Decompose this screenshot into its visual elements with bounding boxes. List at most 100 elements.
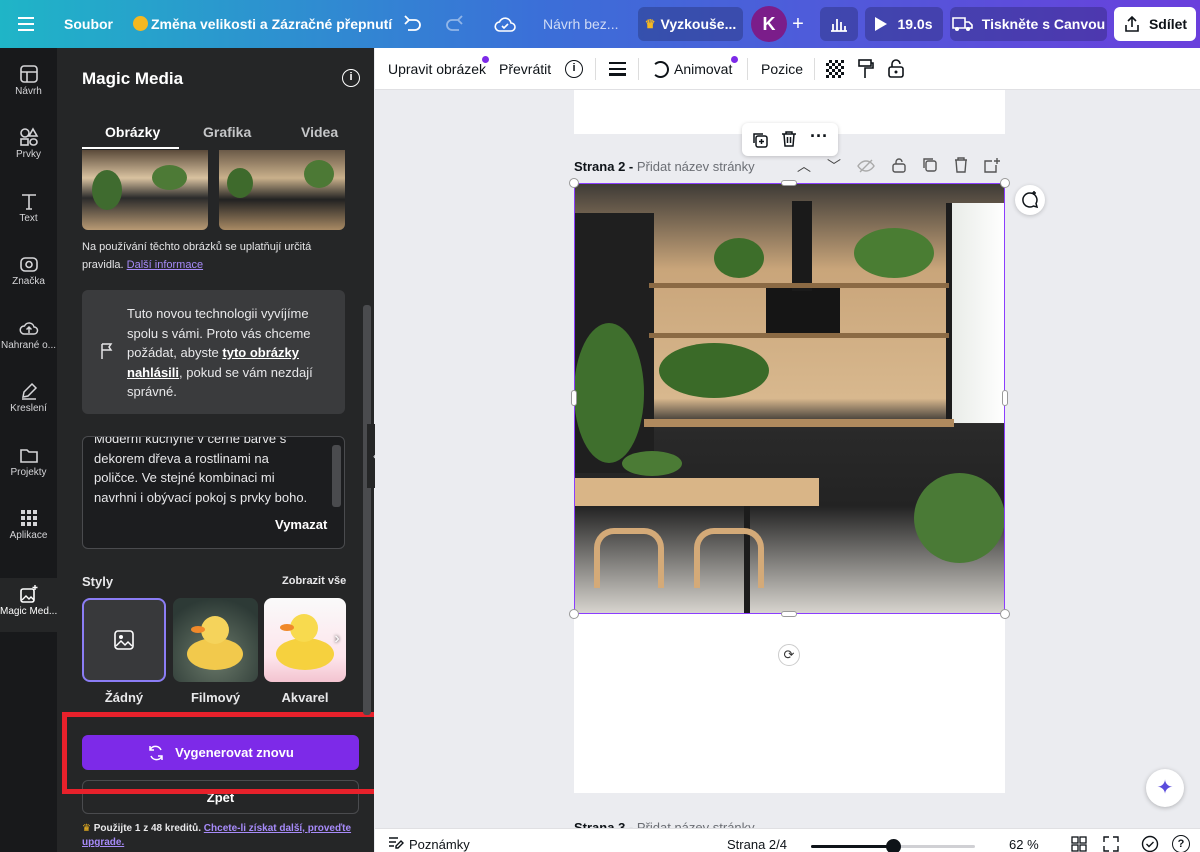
info-icon[interactable]: i — [565, 60, 583, 78]
undo-icon[interactable] — [400, 12, 424, 36]
animate-icon[interactable] — [652, 61, 669, 78]
show-all-link[interactable]: Zobrazit vše — [282, 575, 346, 587]
add-page-icon[interactable] — [984, 157, 1000, 173]
resize-handle-right[interactable] — [1002, 390, 1008, 406]
delete-page-icon[interactable] — [953, 157, 969, 173]
edit-image-button[interactable]: Upravit obrázek — [388, 48, 486, 90]
resize-handle-tl[interactable] — [569, 178, 579, 188]
style-none-label: Žádný — [104, 690, 144, 705]
present-button[interactable]: 19.0s — [865, 7, 943, 41]
fullscreen-icon[interactable] — [1103, 836, 1119, 852]
print-button[interactable]: Tiskněte s Canvou — [950, 7, 1107, 41]
separator — [638, 58, 639, 80]
resize-handle-tr[interactable] — [1000, 178, 1010, 188]
try-pro-button[interactable]: ♛ Vyzkouše... — [638, 7, 743, 41]
magic-assistant-button[interactable]: ✦ — [1146, 769, 1184, 807]
panel-title: Magic Media — [82, 69, 184, 88]
tab-videos[interactable]: Videa — [301, 124, 338, 140]
tab-images[interactable]: Obrázky — [105, 124, 160, 140]
duplicate-page-icon[interactable] — [922, 157, 938, 173]
style-none[interactable] — [82, 598, 166, 682]
clear-button[interactable]: Vymazat — [275, 517, 327, 532]
separator — [595, 58, 596, 80]
resize-handle-br[interactable] — [1000, 609, 1010, 619]
panel-scrollbar[interactable] — [363, 305, 371, 715]
rail-item-projects[interactable]: Projekty — [0, 439, 57, 501]
rail-item-text[interactable]: Text — [0, 185, 57, 247]
rail-label: Aplikace — [9, 530, 48, 541]
zoom-slider-fill — [811, 845, 893, 848]
hamburger-menu-icon[interactable] — [18, 15, 34, 33]
cloud-saved-icon[interactable] — [493, 13, 517, 35]
result-thumbnail-1[interactable] — [82, 150, 208, 230]
zoom-slider-track[interactable] — [811, 839, 975, 852]
rail-item-elements[interactable]: Prvky — [0, 121, 57, 183]
credits-text: Použijte 1 z 48 kreditů. — [93, 823, 202, 834]
style-watercolor[interactable]: › — [264, 598, 346, 682]
grid-view-icon[interactable] — [1071, 836, 1087, 852]
share-button[interactable]: Sdílet — [1114, 7, 1196, 41]
zoom-percent[interactable]: 62 % — [1009, 837, 1039, 852]
chevron-up-icon[interactable]: ︿ — [797, 156, 811, 176]
resize-handle-bl[interactable] — [569, 609, 579, 619]
hide-icon[interactable] — [857, 158, 875, 174]
avatar[interactable]: K — [751, 6, 787, 42]
duplicate-icon[interactable] — [751, 131, 769, 149]
prompt-textarea[interactable]: Moderní kuchyně v černé barvě s dekorem … — [82, 436, 345, 549]
rotate-handle-icon[interactable]: ⟳ — [778, 644, 800, 666]
notes-button[interactable]: Poznámky — [409, 837, 470, 852]
tab-graphics[interactable]: Grafika — [203, 124, 251, 140]
add-comment-button[interactable] — [1015, 185, 1045, 215]
separator — [814, 58, 815, 80]
rail-label: Kreslení — [10, 403, 47, 414]
resize-handle-bottom[interactable] — [781, 611, 797, 617]
info-icon[interactable]: i — [342, 69, 360, 87]
folder-icon — [19, 449, 38, 463]
result-thumbnail-2[interactable] — [219, 150, 345, 230]
resize-handle-top[interactable] — [781, 180, 797, 186]
rail-item-design[interactable]: Návrh — [0, 58, 57, 120]
insights-button[interactable] — [820, 7, 858, 41]
duck-head — [290, 614, 318, 642]
rail-item-magic-media[interactable]: Magic Med... — [0, 578, 57, 632]
credits-note: ♛ Použijte 1 z 48 kreditů. Chcete-li zís… — [82, 822, 362, 850]
page-2-actions: ︿ ﹀ — [795, 156, 1005, 178]
lock-icon[interactable] — [887, 58, 905, 78]
style-cinematic[interactable] — [173, 598, 258, 682]
rail-item-apps[interactable]: Aplikace — [0, 502, 57, 564]
learn-more-link[interactable]: Další informace — [127, 259, 203, 271]
lock-icon[interactable] — [892, 157, 906, 173]
textarea-scrollbar[interactable] — [332, 445, 341, 507]
page-indicator[interactable]: Strana 2/4 — [727, 837, 787, 852]
animate-button[interactable]: Animovat — [674, 48, 732, 90]
resize-magic-switch[interactable]: Změna velikosti a Zázračné přepnutí — [151, 0, 392, 48]
chevron-right-icon[interactable]: › — [328, 628, 346, 650]
chevron-down-icon[interactable]: ﹀ — [827, 156, 841, 176]
help-icon[interactable]: ? — [1172, 835, 1190, 852]
play-time: 19.0s — [897, 16, 933, 32]
magic-media-icon — [19, 585, 37, 603]
paint-roller-icon[interactable] — [857, 59, 875, 79]
resize-handle-left[interactable] — [571, 390, 577, 406]
zoom-slider-thumb[interactable] — [886, 839, 901, 852]
page-title-input[interactable]: Přidat název stránky — [637, 159, 755, 174]
rail-item-uploads[interactable]: Nahrané o... — [0, 312, 57, 374]
transparency-icon[interactable] — [826, 60, 844, 78]
more-options-icon[interactable]: ··· — [808, 127, 830, 149]
file-menu[interactable]: Soubor — [64, 0, 113, 48]
rail-item-draw[interactable]: Kreslení — [0, 375, 57, 437]
page-2[interactable]: ⟳ — [569, 178, 1010, 793]
panel-scroll-region[interactable]: Na používání těchto obrázků se uplatňují… — [57, 150, 374, 852]
cloud-upload-icon — [19, 322, 38, 335]
check-circle-icon[interactable] — [1141, 835, 1159, 852]
border-style-icon[interactable] — [609, 62, 626, 76]
prompt-line: navrhni i obývací pokoj s prvky boho. — [94, 489, 308, 505]
position-button[interactable]: Pozice — [761, 48, 803, 90]
trash-icon[interactable] — [780, 130, 798, 148]
add-member-icon[interactable]: + — [787, 13, 809, 35]
redo-icon[interactable] — [443, 12, 467, 36]
notes-icon[interactable] — [388, 836, 404, 850]
rail-item-brand[interactable]: Značka — [0, 248, 57, 310]
document-title[interactable]: Návrh bez... — [543, 0, 618, 48]
flip-button[interactable]: Převrátit — [499, 48, 551, 90]
